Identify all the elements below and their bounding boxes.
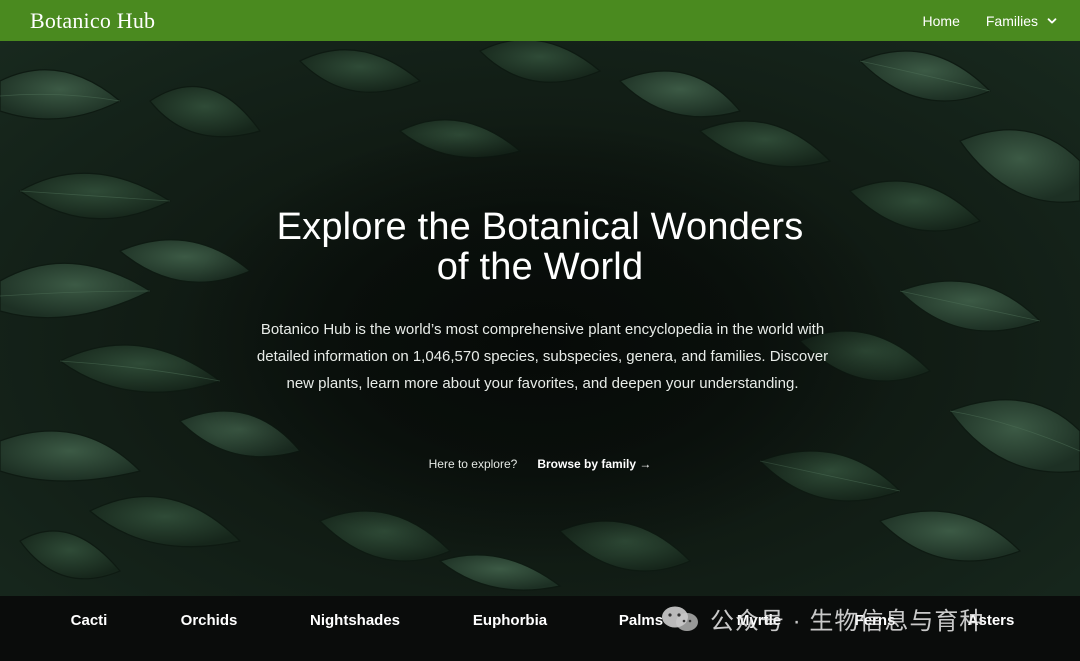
nav-home-link[interactable]: Home <box>923 13 960 29</box>
explore-row: Here to explore? Browse by family → <box>0 457 1080 471</box>
hero-title: Explore the Botanical Wonders of the Wor… <box>190 207 890 287</box>
browse-by-family-link[interactable]: Browse by family → <box>537 457 651 471</box>
hero-section: Explore the Botanical Wonders of the Wor… <box>0 41 1080 596</box>
hero-description: Botanico Hub is the world’s most compreh… <box>256 321 829 392</box>
nav-families-dropdown[interactable]: Families <box>986 13 1058 29</box>
family-link-cacti[interactable]: Cacti <box>71 612 108 629</box>
explore-question: Here to explore? <box>428 457 518 471</box>
family-link-euphorbia[interactable]: Euphorbia <box>473 612 547 629</box>
family-link-palms[interactable]: Palms <box>619 612 663 629</box>
brand-logo-text[interactable]: Botanico Hub <box>30 8 155 34</box>
family-link-asters[interactable]: Asters <box>968 612 1015 629</box>
top-navbar: Botanico Hub Home Families <box>0 0 1080 41</box>
families-bar: Cacti Orchids Nightshades Euphorbia Palm… <box>0 596 1080 661</box>
nav-families-label: Families <box>985 12 1038 29</box>
family-link-ferns[interactable]: Ferns <box>855 612 896 629</box>
nav-home-label: Home <box>922 12 960 29</box>
chevron-down-icon <box>1047 17 1057 23</box>
hero-title-line-2: of the World <box>436 246 644 288</box>
hero-content: Explore the Botanical Wonders of the Wor… <box>0 41 1080 596</box>
family-link-myrtle[interactable]: Myrtle <box>737 612 781 629</box>
family-link-orchids[interactable]: Orchids <box>181 612 238 629</box>
nav-links: Home Families <box>923 13 1058 29</box>
family-link-nightshades[interactable]: Nightshades <box>310 612 400 629</box>
hero-title-line-1: Explore the Botanical Wonders <box>276 206 804 248</box>
